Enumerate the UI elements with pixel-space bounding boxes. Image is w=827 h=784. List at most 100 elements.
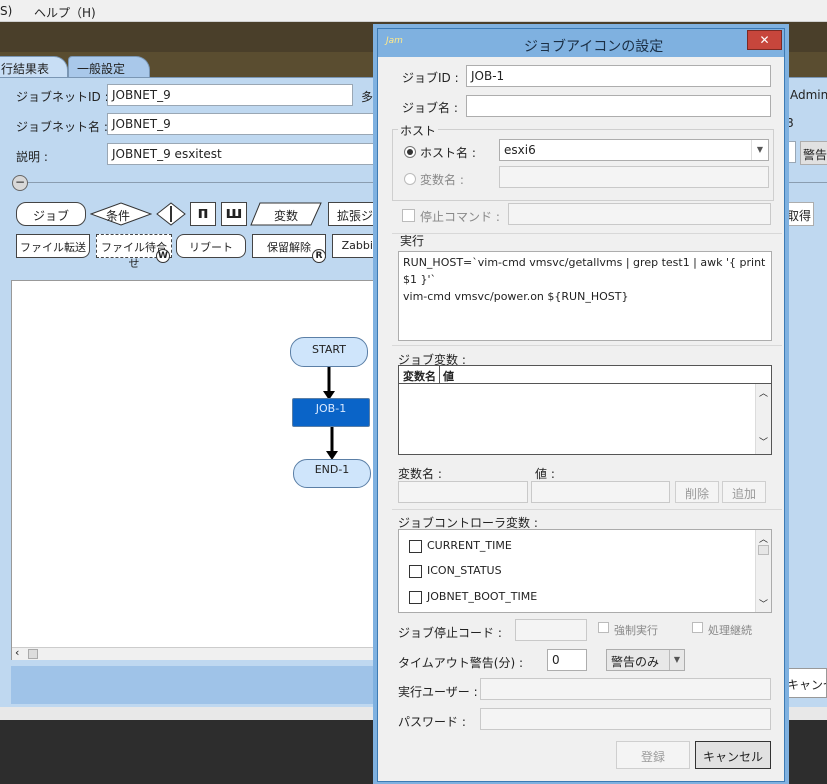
- cancel-button[interactable]: キャンセル: [695, 741, 771, 769]
- timeout-label: タイムアウト警告(分) :: [398, 656, 523, 670]
- add-button[interactable]: 追加: [722, 481, 766, 503]
- exec-label: 実行: [400, 234, 425, 248]
- scroll-left-icon[interactable]: ‹: [15, 646, 19, 659]
- jobvar-col-value[interactable]: 値: [443, 368, 454, 384]
- job-name-label: ジョブ名 :: [402, 101, 458, 115]
- var-name-field[interactable]: [398, 481, 528, 503]
- delete-button[interactable]: 削除: [675, 481, 719, 503]
- exec-line-3: vim-cmd vmsvc/power.on ${RUN_HOST}: [403, 290, 629, 303]
- timeout-mode-select[interactable]: 警告のみ ▼: [606, 649, 685, 671]
- job-id-field[interactable]: JOB-1: [466, 65, 771, 87]
- jobvar-scrollbar[interactable]: ︿ ﹀: [755, 384, 771, 454]
- host-group-label: ホスト: [398, 122, 439, 139]
- host-var-radio[interactable]: [404, 173, 416, 185]
- host-name-label: ホスト名 :: [420, 146, 476, 160]
- arrow-start-job: [323, 367, 335, 400]
- dialog-title: ジョブアイコンの設定: [524, 39, 664, 55]
- ctrl-var-checkbox-1[interactable]: [409, 540, 422, 553]
- scroll-up-icon[interactable]: ︿: [756, 386, 771, 399]
- tool-job[interactable]: ジョブ: [16, 202, 86, 226]
- ctrlvar-separator: [392, 509, 782, 510]
- timeout-field[interactable]: 0: [547, 649, 587, 671]
- start-node[interactable]: START: [290, 337, 368, 367]
- host-name-value: esxi6: [504, 143, 536, 157]
- stop-code-field[interactable]: [515, 619, 587, 641]
- tool-condition-label: 条件: [106, 209, 131, 223]
- jobnet-name-label: ジョブネット名 :: [16, 120, 108, 134]
- host-var-field[interactable]: [499, 166, 769, 188]
- zoom-minus-icon[interactable]: −: [12, 175, 28, 191]
- exec-line-2: $1 }'`: [403, 273, 437, 286]
- end-node[interactable]: END-1: [293, 459, 371, 488]
- release-r-icon: R: [312, 249, 326, 263]
- job-name-field[interactable]: [466, 95, 771, 117]
- ctrl-var-scrollbar[interactable]: ︿ ﹀: [755, 530, 771, 612]
- jobvar-col-name[interactable]: 変数名: [403, 368, 436, 384]
- var-value-field[interactable]: [531, 481, 670, 503]
- flow-canvas[interactable]: START JOB-1 END-1 ‹: [11, 280, 383, 660]
- ctrl-var-item-1: CURRENT_TIME: [427, 539, 512, 552]
- scroll-down-icon[interactable]: ﹀: [756, 435, 771, 448]
- jobvar-separator: [392, 345, 782, 346]
- job-node[interactable]: JOB-1: [292, 398, 370, 427]
- file-wait-w-icon: W: [156, 249, 170, 263]
- dialog-titlebar[interactable]: Jam ジョブアイコンの設定 ✕: [378, 29, 784, 57]
- scroll-up-icon[interactable]: ︿: [756, 532, 771, 545]
- register-button[interactable]: 登録: [616, 741, 690, 769]
- tool-variable-label: 変数: [274, 209, 299, 223]
- host-name-select[interactable]: esxi6 ▼: [499, 139, 769, 161]
- exec-separator: [392, 233, 782, 234]
- tool-parallel-icon[interactable]: [156, 202, 186, 226]
- right-char: 8: [786, 116, 794, 130]
- job-icon-settings-dialog: Jam ジョブアイコンの設定 ✕ ジョブID : JOB-1 ジョブ名 : ホス…: [377, 28, 785, 782]
- chevron-down-icon[interactable]: ▼: [751, 140, 768, 160]
- menu-item-s[interactable]: S): [0, 4, 12, 18]
- jam-logo: Jam: [386, 36, 403, 46]
- ctrl-var-item-2: ICON_STATUS: [427, 564, 502, 577]
- description-label: 説明 :: [16, 150, 48, 164]
- host-name-radio[interactable]: [404, 146, 416, 158]
- horizontal-scrollbar[interactable]: ‹: [12, 646, 382, 660]
- jobnet-id-field[interactable]: JOBNET_9: [107, 84, 353, 106]
- password-field[interactable]: [480, 708, 771, 730]
- warning-button[interactable]: 警告: [800, 141, 827, 165]
- stop-command-checkbox[interactable]: [402, 209, 415, 222]
- tool-loop-start-icon[interactable]: ᴨ: [190, 202, 216, 226]
- tab-results[interactable]: 行結果表示: [0, 56, 68, 93]
- bg-cancel-button[interactable]: キャンセ: [786, 668, 827, 698]
- continue-checkbox[interactable]: [692, 622, 703, 633]
- continue-label: 処理継続: [708, 624, 752, 637]
- scroll-thumb[interactable]: [28, 649, 38, 659]
- bottom-panel: [11, 666, 383, 704]
- exec-line-1: RUN_HOST=`vim-cmd vmsvc/getallvms | grep…: [403, 256, 766, 269]
- stop-command-label: 停止コマンド :: [420, 210, 500, 224]
- tool-reboot[interactable]: リブート: [176, 234, 246, 258]
- tool-loop-end-icon[interactable]: ш: [221, 202, 247, 226]
- toolbox: ジョブ 条件 ᴨ ш 変数 拡張ジョ ファイル転送 ファイル待合せ W リブート…: [16, 202, 388, 270]
- admin-text: Admin: [790, 88, 827, 102]
- stop-command-field[interactable]: [508, 203, 771, 225]
- description-field[interactable]: JOBNET_9 esxitest: [107, 143, 383, 165]
- menu-item-help[interactable]: ヘルプ（H): [34, 4, 96, 21]
- ctrl-var-list[interactable]: CURRENT_TIME ICON_STATUS JOBNET_BOOT_TIM…: [398, 529, 772, 613]
- exec-user-field[interactable]: [480, 678, 771, 700]
- ctrl-var-checkbox-3[interactable]: [409, 591, 422, 604]
- scroll-down-icon[interactable]: ﹀: [756, 597, 771, 610]
- tool-file-transfer[interactable]: ファイル転送: [16, 234, 90, 258]
- exec-script-textarea[interactable]: RUN_HOST=`vim-cmd vmsvc/getallvms | grep…: [398, 251, 772, 341]
- jobvar-table[interactable]: 変数名 値 ︿ ﹀: [398, 365, 772, 455]
- scroll-thumb[interactable]: [758, 545, 769, 555]
- host-var-label: 変数名 :: [420, 173, 464, 187]
- force-exec-checkbox[interactable]: [598, 622, 609, 633]
- close-icon[interactable]: ✕: [747, 30, 782, 50]
- job-id-label: ジョブID :: [402, 71, 459, 85]
- exec-user-label: 実行ユーザー :: [398, 685, 478, 699]
- arrow-job-end: [326, 427, 338, 460]
- var-value-label: 値 :: [535, 467, 555, 481]
- ctrl-var-checkbox-2[interactable]: [409, 565, 422, 578]
- chevron-down-icon[interactable]: ▼: [669, 650, 684, 670]
- timeout-mode-value: 警告のみ: [611, 655, 660, 669]
- jobnet-name-field[interactable]: JOBNET_9: [107, 113, 383, 135]
- tab-general[interactable]: 一般設定: [68, 56, 150, 78]
- fetch-button[interactable]: 取得: [784, 202, 814, 226]
